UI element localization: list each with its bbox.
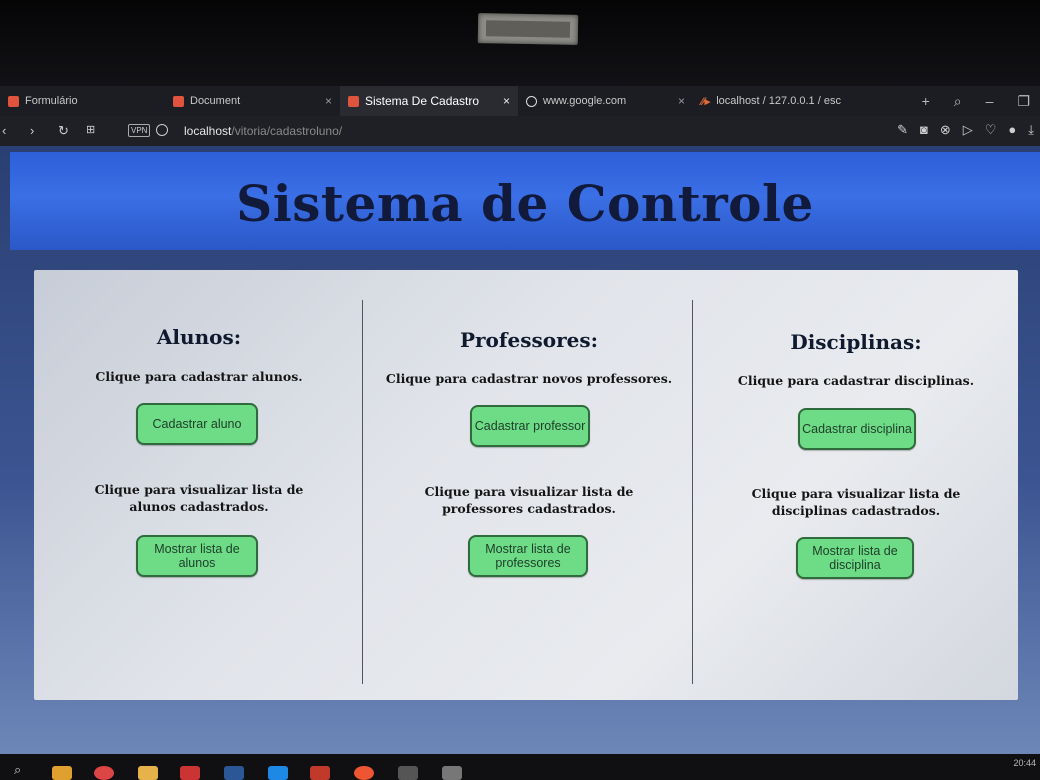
vpn-badge[interactable]: VPN	[128, 124, 151, 137]
tab-label: Formulário	[25, 95, 78, 107]
page-viewport: Sistema de Controle Alunos: Clique para …	[0, 146, 1040, 754]
close-icon[interactable]: ×	[325, 94, 332, 108]
column-heading: Alunos:	[156, 325, 242, 349]
camera-icon[interactable]: ◙	[920, 122, 928, 138]
tab-label: Document	[190, 95, 241, 107]
tab-label: Sistema De Cadastro	[365, 94, 480, 108]
tab-formulario[interactable]: Formulário	[0, 86, 165, 116]
tab-sistema-de-cadastro[interactable]: Sistema De Cadastro ×	[340, 86, 518, 116]
profile-icon[interactable]: ●	[1008, 122, 1016, 138]
monitor-bezel	[0, 0, 1040, 86]
xampp-icon[interactable]	[310, 766, 330, 780]
settings-icon[interactable]	[442, 766, 462, 780]
page-title: Sistema de Controle	[236, 174, 814, 233]
search-icon[interactable]: ⌕	[14, 762, 21, 778]
register-aluno-button[interactable]: Cadastrar aluno	[136, 403, 258, 445]
column-heading: Disciplinas:	[790, 330, 922, 354]
minimize-icon[interactable]: –	[986, 93, 994, 109]
url-field[interactable]: localhost/vitoria/cadastroluno/	[184, 124, 342, 138]
phpmyadmin-icon: ⁄⁄▸	[701, 95, 711, 108]
app-icon[interactable]	[52, 766, 72, 780]
word-icon[interactable]	[224, 766, 244, 780]
site-info-icon[interactable]	[156, 124, 168, 136]
register-text: Clique para cadastrar novos professores.	[385, 371, 673, 386]
browser-icon[interactable]	[354, 766, 374, 780]
list-text: Clique para visualizar lista de discipli…	[751, 486, 961, 518]
register-disciplina-button[interactable]: Cadastrar disciplina	[798, 408, 916, 450]
tab-label: localhost / 127.0.0.1 / esc	[716, 95, 841, 107]
register-professor-button[interactable]: Cadastrar professor	[470, 405, 590, 447]
column-divider	[692, 300, 693, 684]
block-icon[interactable]: ⊗	[940, 122, 951, 138]
xampp-icon	[173, 95, 184, 107]
reload-icon[interactable]: ↻	[58, 123, 69, 139]
back-icon[interactable]: ‹	[2, 123, 6, 138]
toolbar-icons: ✎ ◙ ⊗ ▷ ♡ ● ⤓	[897, 122, 1034, 138]
xampp-icon	[348, 95, 359, 107]
forward-icon[interactable]: ›	[30, 123, 34, 138]
url-host: localhost	[184, 124, 232, 138]
browser-tab-strip: Formulário Document × Sistema De Cadastr…	[0, 86, 1040, 116]
column-heading: Professores:	[459, 328, 598, 352]
chrome-icon[interactable]	[94, 766, 114, 780]
os-taskbar: ⌕ 20:44	[0, 754, 1040, 780]
tiles-icon[interactable]: ⊞	[86, 123, 95, 136]
vscode-icon[interactable]	[268, 766, 288, 780]
tab-document[interactable]: Document ×	[165, 86, 340, 116]
page-header: Sistema de Controle	[10, 152, 1040, 250]
register-text: Clique para cadastrar disciplinas.	[737, 373, 975, 388]
list-disciplinas-button[interactable]: Mostrar lista de disciplina	[796, 537, 914, 579]
register-text: Clique para cadastrar alunos.	[95, 369, 303, 384]
restore-icon[interactable]: ❐	[1017, 93, 1030, 110]
close-icon[interactable]: ×	[678, 94, 685, 108]
list-professores-button[interactable]: Mostrar lista de professores	[468, 535, 588, 577]
list-alunos-button[interactable]: Mostrar lista de alunos	[136, 535, 258, 577]
url-path: /vitoria/cadastroluno/	[231, 124, 343, 138]
edit-icon[interactable]: ✎	[897, 122, 908, 138]
address-bar: ‹ › ↻ ⊞ VPN localhost/vitoria/cadastrolu…	[0, 116, 1040, 146]
download-icon[interactable]: ⤓	[1028, 122, 1034, 138]
opera-icon[interactable]	[180, 766, 200, 780]
tab-phpmyadmin[interactable]: ⁄⁄▸ localhost / 127.0.0.1 / esc	[693, 86, 853, 116]
heart-icon[interactable]: ♡	[985, 122, 997, 138]
terminal-icon[interactable]	[398, 766, 418, 780]
main-panel: Alunos: Clique para cadastrar alunos. Ca…	[34, 270, 1018, 700]
bezel-sticker	[477, 13, 579, 45]
send-icon[interactable]: ▷	[963, 122, 973, 138]
tab-tools: + ⌕ – ❐	[922, 86, 1040, 116]
column-divider	[362, 300, 363, 684]
folder-icon[interactable]	[138, 766, 158, 780]
new-tab-button[interactable]: +	[922, 93, 930, 109]
search-tabs-icon[interactable]: ⌕	[954, 93, 962, 110]
tab-label: www.google.com	[543, 95, 627, 107]
xampp-icon	[8, 95, 19, 107]
globe-icon	[526, 95, 537, 107]
close-icon[interactable]: ×	[503, 94, 510, 108]
clock[interactable]: 20:44	[1013, 758, 1036, 768]
list-text: Clique para visualizar lista de alunos c…	[94, 482, 304, 514]
list-text: Clique para visualizar lista de professo…	[424, 484, 634, 516]
tab-google[interactable]: www.google.com ×	[518, 86, 693, 116]
